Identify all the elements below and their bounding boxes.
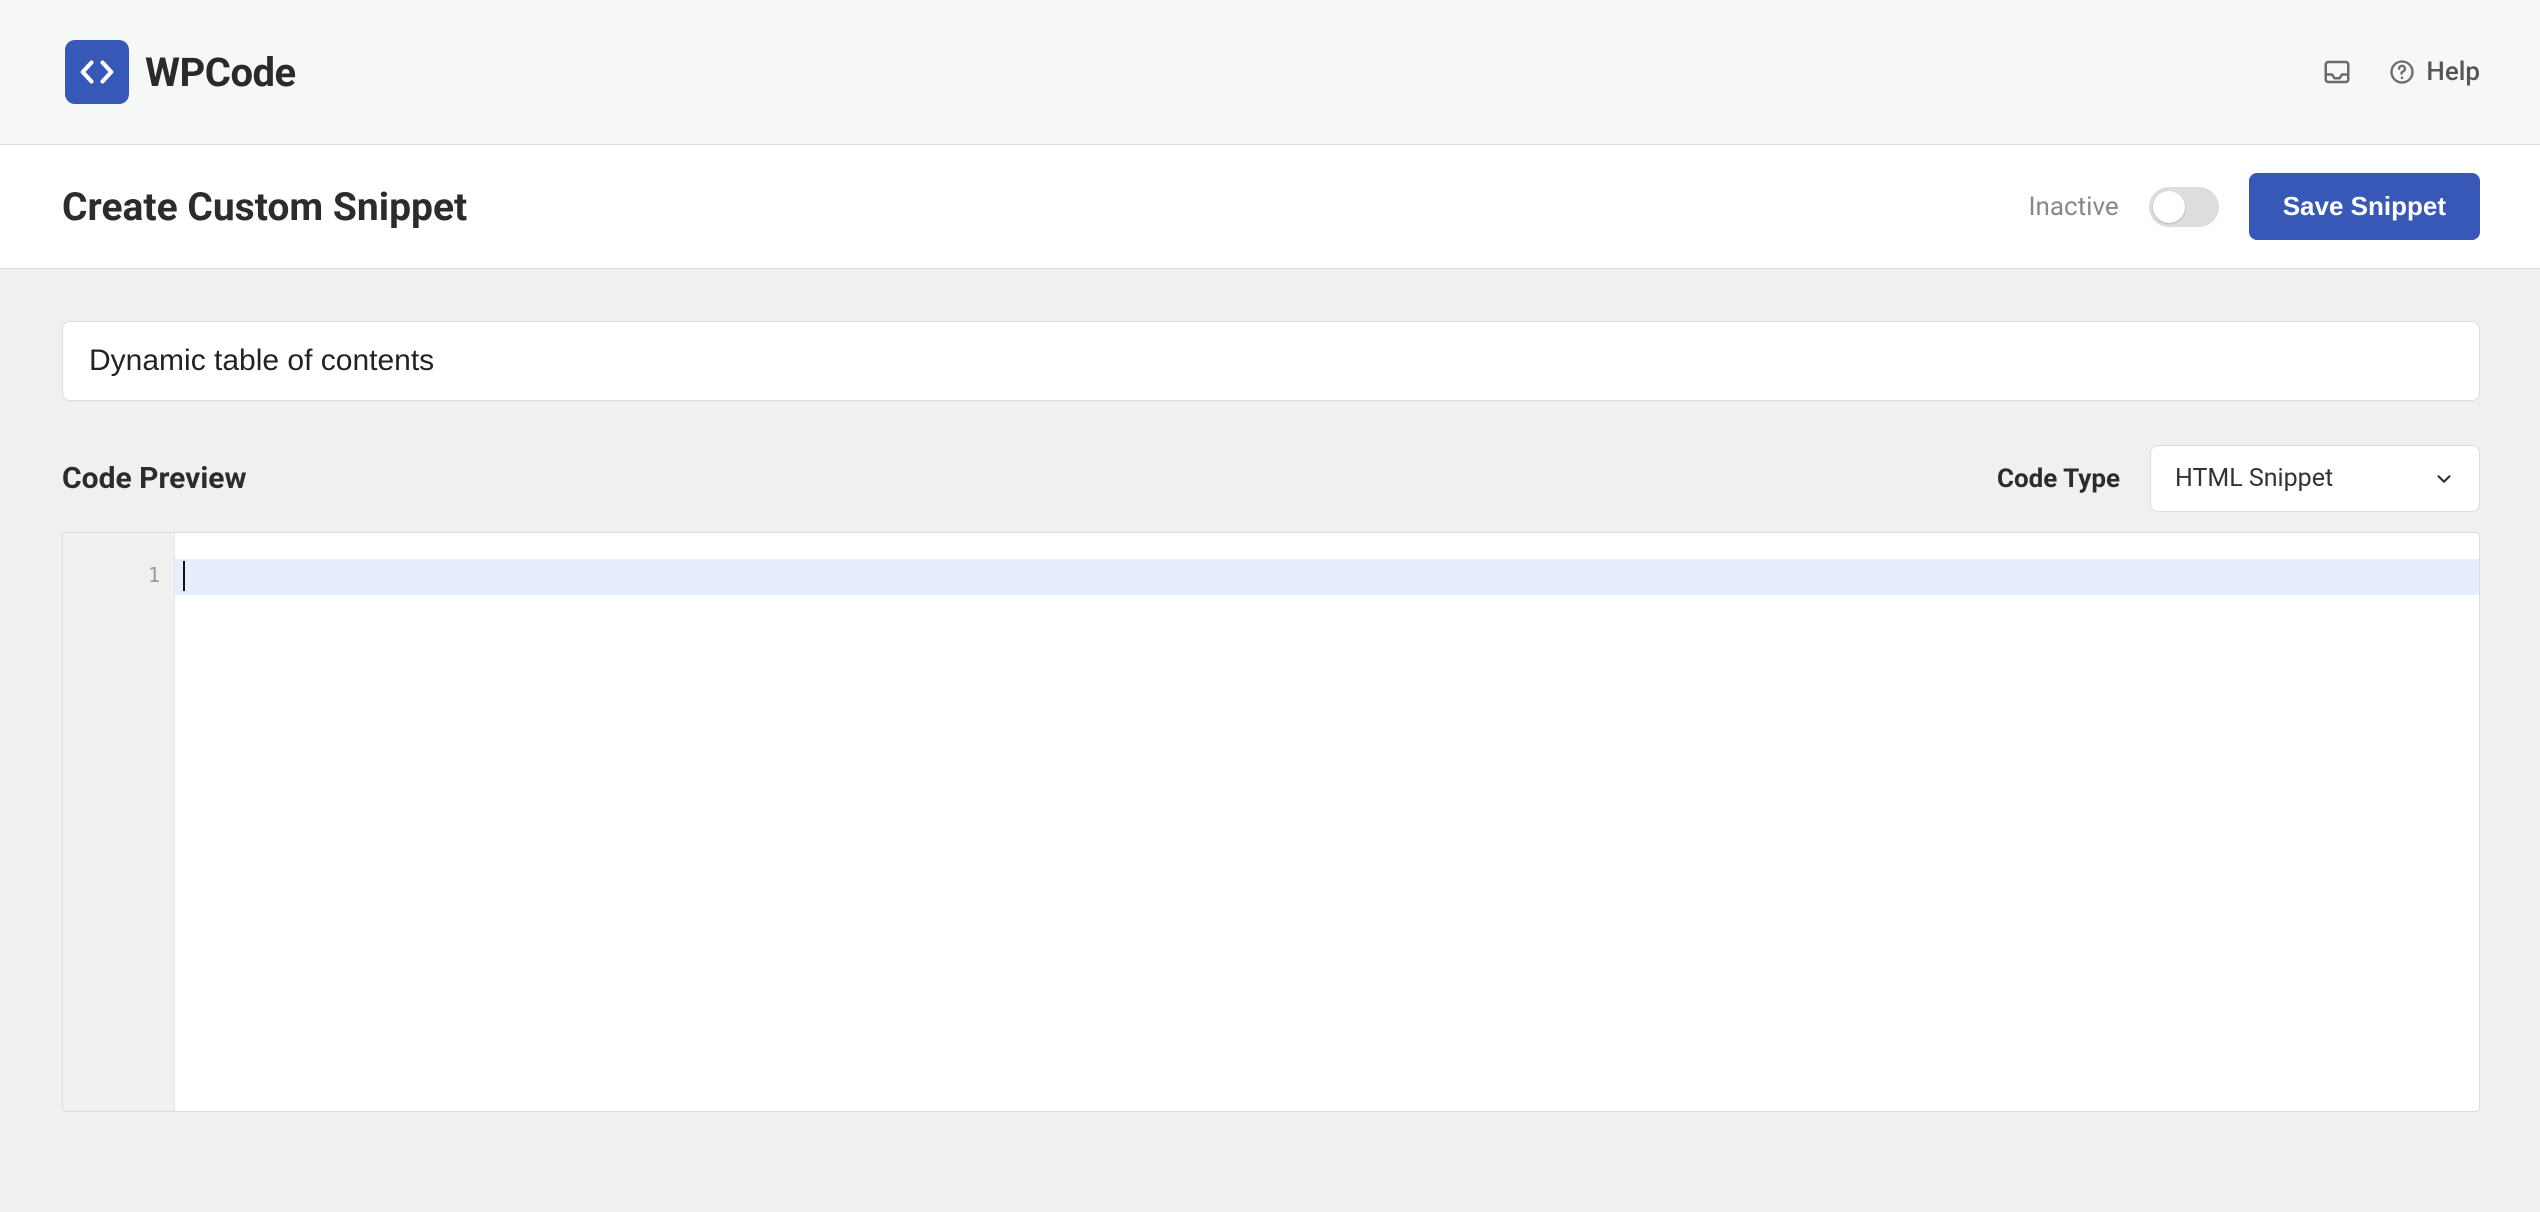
code-slash-icon [78,53,116,91]
code-type-label: Code Type [1997,464,2120,494]
editor-code-area[interactable] [175,533,2479,1111]
code-type-select[interactable]: HTML Snippet [2150,445,2480,512]
snippet-title-input[interactable] [62,321,2480,401]
action-bar: Create Custom Snippet Inactive Save Snip… [0,145,2540,269]
help-label: Help [2426,57,2480,87]
status-label: Inactive [2028,192,2118,222]
brand-name: WPCode [145,49,296,96]
code-preview-label: Code Preview [62,461,247,496]
brand-bar: WPCode Help [0,0,2540,145]
brand-right: Help [2322,57,2480,87]
chevron-down-icon [2433,468,2455,490]
code-preview-header: Code Preview Code Type HTML Snippet [62,445,2480,512]
action-right: Inactive Save Snippet [2028,173,2480,240]
help-link[interactable]: Help [2388,57,2480,87]
inbox-icon[interactable] [2322,57,2352,87]
code-editor[interactable]: 1 [62,532,2480,1112]
editor-cursor [183,561,185,591]
code-type-value: HTML Snippet [2175,464,2333,493]
page-title: Create Custom Snippet [62,184,467,230]
brand-left: WPCode [65,40,296,104]
toggle-knob [2153,191,2185,223]
wpcode-logo [65,40,129,104]
content: Code Preview Code Type HTML Snippet 1 [0,269,2540,1152]
save-snippet-button[interactable]: Save Snippet [2249,173,2480,240]
gutter-line-1: 1 [63,563,160,587]
code-type-group: Code Type HTML Snippet [1997,445,2480,512]
help-icon [2388,58,2416,86]
editor-active-line [175,559,2479,595]
editor-gutter: 1 [63,533,175,1111]
active-toggle[interactable] [2149,187,2219,227]
